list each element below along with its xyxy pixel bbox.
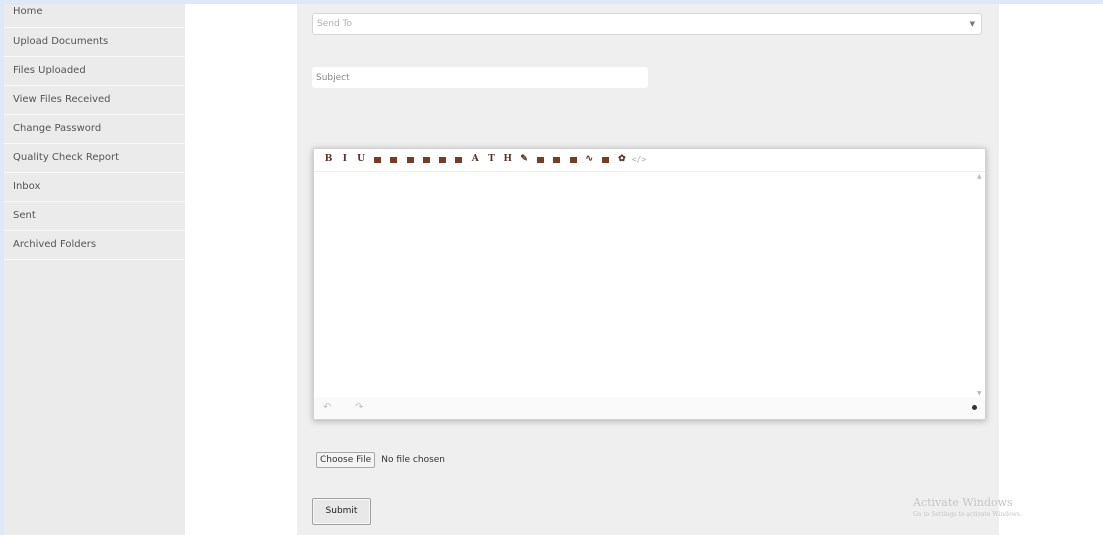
watermark-title: Activate Windows (913, 496, 1013, 509)
redo-icon[interactable]: ↷ (355, 402, 363, 413)
subject-input[interactable] (312, 67, 648, 88)
scroll-up-icon[interactable]: ▲ (977, 173, 982, 180)
link-icon[interactable]: ∿ (583, 153, 596, 166)
rich-text-editor: B I U A T H ✎ ∿ ✿ </> ▲ ▼ ↶ ↷ (313, 148, 986, 420)
align-left-icon[interactable] (371, 153, 384, 166)
compose-panel: Send To ▼ BIU ATH ✎ ∿ ✿ </> ▲ ▼ ↶ ↷ Choose Fi… (297, 4, 999, 535)
editor-statusbar: ↶ ↷ (314, 397, 985, 419)
align-right-icon[interactable] (404, 153, 417, 166)
sidebar: Home Upload Documents Files Uploaded Vie… (4, 4, 185, 535)
choose-file-button[interactable]: Choose File (316, 451, 376, 468)
resize-handle-icon[interactable] (972, 405, 977, 410)
font-size-icon[interactable]: T (485, 153, 498, 166)
sidebar-item-archived-folders[interactable]: Archived Folders (4, 231, 185, 260)
watermark-subtitle: Go to Settings to activate Windows. (913, 511, 1022, 518)
image-icon[interactable] (534, 153, 547, 166)
table-icon[interactable] (599, 153, 612, 166)
editor-scrollbar[interactable]: ▲ ▼ (976, 173, 985, 397)
file-status-text: No file chosen (381, 454, 446, 465)
bold-icon[interactable]: B (322, 153, 335, 166)
sidebar-item-upload-documents[interactable]: Upload Documents (4, 28, 185, 57)
sidebar-item-home[interactable]: Home (4, 4, 185, 28)
undo-icon[interactable]: ↶ (323, 402, 331, 413)
video-icon[interactable] (567, 153, 580, 166)
align-center-icon[interactable] (387, 153, 400, 166)
italic-icon[interactable]: I (338, 153, 351, 166)
ordered-list-icon[interactable] (436, 153, 449, 166)
source-code-icon[interactable]: </> (632, 153, 646, 166)
submit-button[interactable]: Submit (312, 498, 371, 525)
activate-windows-watermark: Activate Windows Go to Settings to activ… (913, 496, 1022, 518)
file-upload: Choose File No file chosen (316, 449, 446, 468)
send-to-select[interactable]: Send To ▼ (312, 13, 982, 35)
sidebar-item-view-files-received[interactable]: View Files Received (4, 86, 185, 115)
font-icon[interactable]: A (469, 153, 482, 166)
underline-icon[interactable]: U (355, 153, 368, 166)
justify-icon[interactable] (420, 153, 433, 166)
content-gutter (185, 4, 297, 535)
editor-content-area[interactable] (314, 173, 975, 397)
right-margin (999, 4, 1103, 535)
editor-toolbar: B I U A T H ✎ ∿ ✿ </> (314, 149, 985, 172)
file-icon[interactable] (550, 153, 563, 166)
sidebar-item-inbox[interactable]: Inbox (4, 173, 185, 202)
settings-icon[interactable]: ✿ (615, 153, 628, 166)
sidebar-item-quality-check-report[interactable]: Quality Check Report (4, 144, 185, 173)
sidebar-item-files-uploaded[interactable]: Files Uploaded (4, 57, 185, 86)
send-to-placeholder: Send To (317, 19, 353, 29)
heading-icon[interactable]: H (501, 153, 514, 166)
scroll-down-icon[interactable]: ▼ (977, 390, 982, 397)
unordered-list-icon[interactable] (452, 153, 465, 166)
brush-icon[interactable]: ✎ (518, 153, 531, 166)
sidebar-item-sent[interactable]: Sent (4, 202, 185, 231)
sidebar-item-change-password[interactable]: Change Password (4, 115, 185, 144)
dropdown-caret-icon: ▼ (969, 20, 975, 28)
